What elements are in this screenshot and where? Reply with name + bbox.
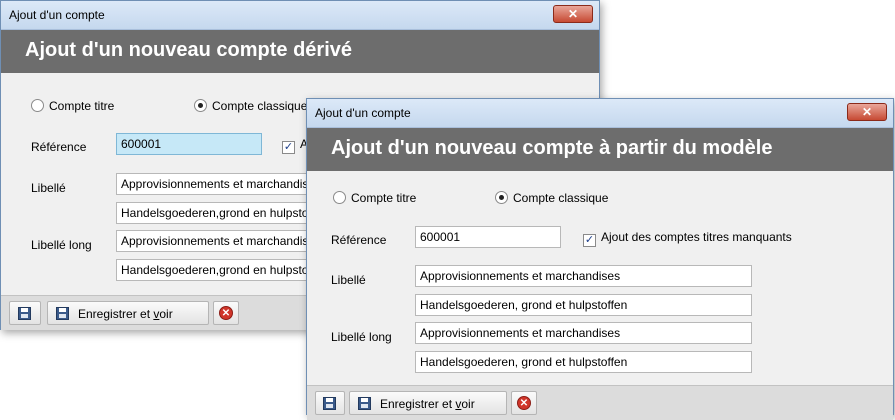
- checkbox-label: Ajout des comptes titres manquants: [601, 230, 792, 244]
- libelle-long-label: Libellé long: [31, 238, 92, 252]
- checkbox-icon: ✓: [282, 141, 295, 154]
- libelle-nl-input[interactable]: Handelsgoederen, grond et hulpstoffen: [415, 294, 752, 316]
- radio-selected-icon: [495, 191, 508, 204]
- libelle-fr-input[interactable]: Approvisionnements et marchandises: [415, 265, 752, 287]
- title-bar: Ajout d'un compte ✕: [1, 1, 599, 30]
- libelle-label: Libellé: [331, 273, 366, 287]
- dialog-heading: Ajout d'un nouveau compte dérivé: [25, 39, 353, 61]
- radio-label: Compte classique: [513, 191, 609, 205]
- reference-label: Référence: [31, 140, 87, 154]
- radio-label: Compte titre: [351, 191, 417, 205]
- window-title: Ajout d'un compte: [9, 8, 105, 22]
- radio-compte-titre[interactable]: Compte titre: [333, 191, 416, 205]
- cancel-button[interactable]: ✕: [213, 301, 239, 325]
- libelle-fr-input[interactable]: Approvisionnements et marchandises: [116, 173, 316, 195]
- libelle-long-label: Libellé long: [331, 330, 392, 344]
- missing-accounts-checkbox[interactable]: ✓ A: [282, 137, 308, 154]
- save-icon: [18, 307, 31, 320]
- save-and-view-button[interactable]: Enregistrer et voir: [349, 391, 507, 415]
- window-title: Ajout d'un compte: [315, 106, 411, 120]
- save-view-text-end: oir: [461, 397, 475, 411]
- libelle-long-fr-input[interactable]: Approvisionnements et marchandises: [116, 230, 316, 252]
- libelle-nl-input[interactable]: Handelsgoederen,grond en hulpstoffen: [116, 202, 316, 224]
- radio-icon: [31, 99, 44, 112]
- reference-input[interactable]: 600001: [116, 133, 262, 155]
- dialog-header: Ajout d'un nouveau compte à partir du mo…: [307, 128, 893, 171]
- save-view-text: Enregistrer et: [78, 307, 154, 321]
- cancel-icon: ✕: [219, 306, 233, 320]
- title-bar: Ajout d'un compte ✕: [307, 99, 893, 128]
- missing-accounts-checkbox[interactable]: ✓ Ajout des comptes titres manquants: [583, 230, 792, 247]
- libelle-long-nl-input[interactable]: Handelsgoederen, grond et hulpstoffen: [415, 351, 752, 373]
- reference-input[interactable]: 600001: [415, 226, 561, 248]
- radio-compte-classique[interactable]: Compte classique: [495, 191, 608, 205]
- save-and-view-label: Enregistrer et voir: [380, 397, 475, 411]
- radio-compte-titre[interactable]: Compte titre: [31, 99, 114, 113]
- radio-compte-classique[interactable]: Compte classique: [194, 99, 307, 113]
- radio-icon: [333, 191, 346, 204]
- radio-label: Compte classique: [212, 99, 308, 113]
- save-and-view-label: Enregistrer et voir: [78, 307, 173, 321]
- cancel-button[interactable]: ✕: [511, 391, 537, 415]
- libelle-label: Libellé: [31, 181, 66, 195]
- save-button[interactable]: [315, 391, 345, 415]
- dialog-model-account: Ajout d'un compte ✕ Ajout d'un nouveau c…: [306, 98, 894, 420]
- radio-label: Compte titre: [49, 99, 115, 113]
- save-view-icon: [56, 307, 69, 320]
- libelle-long-fr-input[interactable]: Approvisionnements et marchandises: [415, 322, 752, 344]
- libelle-long-nl-input[interactable]: Handelsgoederen,grond en hulpstoffen: [116, 259, 316, 281]
- dialog-header: Ajout d'un nouveau compte dérivé: [1, 30, 599, 73]
- reference-label: Référence: [331, 233, 387, 247]
- close-button[interactable]: ✕: [847, 103, 887, 121]
- save-view-text: Enregistrer et: [380, 397, 456, 411]
- cancel-icon: ✕: [517, 396, 531, 410]
- save-view-text-end: oir: [159, 307, 173, 321]
- radio-selected-icon: [194, 99, 207, 112]
- save-button[interactable]: [9, 301, 41, 325]
- save-icon: [323, 397, 336, 410]
- close-button[interactable]: ✕: [553, 5, 593, 23]
- save-and-view-button[interactable]: Enregistrer et voir: [47, 301, 209, 325]
- dialog-heading: Ajout d'un nouveau compte à partir du mo…: [331, 137, 773, 159]
- save-view-icon: [358, 397, 371, 410]
- checkbox-icon: ✓: [583, 234, 596, 247]
